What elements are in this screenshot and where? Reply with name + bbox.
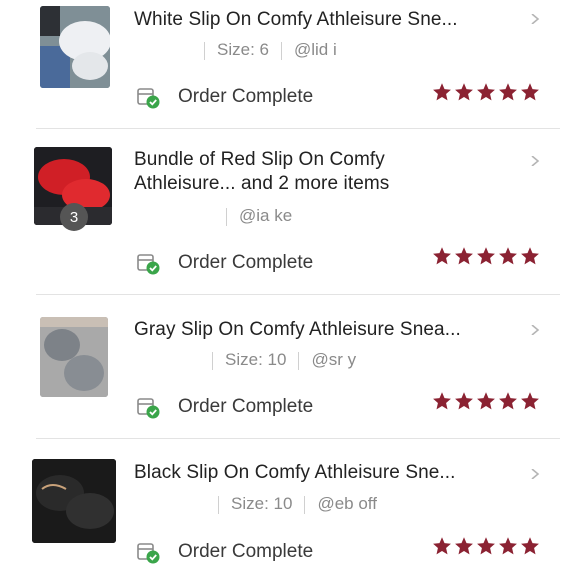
size-label: Size: 6 <box>217 40 269 59</box>
order-status: Order Complete <box>136 539 313 565</box>
order-meta: Size: 10 @eb off <box>134 494 377 514</box>
star-icon <box>521 537 539 555</box>
chevron-right-icon[interactable] <box>530 325 540 335</box>
order-status: Order Complete <box>136 394 313 420</box>
order-complete-icon <box>137 88 160 109</box>
star-icon <box>433 247 451 265</box>
status-label: Order Complete <box>178 396 314 417</box>
chevron-right-icon[interactable] <box>530 14 540 24</box>
order-status: Order Complete <box>136 84 313 110</box>
star-icon <box>455 83 473 101</box>
order-list: White Slip On Comfy Athleisure Sne... Si… <box>0 0 580 580</box>
star-icon <box>455 537 473 555</box>
order-title[interactable]: White Slip On Comfy Athleisure Sne... <box>134 8 506 32</box>
star-icon <box>433 392 451 410</box>
status-label: Order Complete <box>178 252 314 273</box>
star-icon <box>477 537 495 555</box>
chevron-right-icon[interactable] <box>530 156 540 166</box>
rating-stars <box>432 391 540 411</box>
product-thumbnail[interactable] <box>40 317 108 397</box>
star-icon <box>499 392 517 410</box>
list-item[interactable]: Gray Slip On Comfy Athleisure Snea... Si… <box>0 295 580 438</box>
status-label: Order Complete <box>178 86 314 107</box>
buyer-handle[interactable]: @sr y <box>311 350 356 369</box>
product-thumbnail[interactable] <box>40 6 110 88</box>
star-icon <box>499 83 517 101</box>
star-icon <box>455 247 473 265</box>
order-complete-icon <box>137 543 160 564</box>
buyer-handle[interactable]: @lid i <box>294 40 337 59</box>
order-status: Order Complete <box>136 250 313 276</box>
star-icon <box>499 247 517 265</box>
black-sneaker-photo <box>32 459 116 543</box>
star-icon <box>521 83 539 101</box>
star-icon <box>433 83 451 101</box>
order-complete-icon <box>137 254 160 275</box>
star-icon <box>477 83 495 101</box>
order-title[interactable]: Black Slip On Comfy Athleisure Sne... <box>134 461 506 485</box>
rating-stars <box>432 536 540 556</box>
star-icon <box>455 392 473 410</box>
size-label: Size: 10 <box>225 350 287 369</box>
order-meta: @ia ke <box>134 206 292 226</box>
order-complete-icon <box>137 398 160 419</box>
order-meta: Size: 6 @lid i <box>134 40 337 60</box>
chevron-right-icon[interactable] <box>530 469 540 479</box>
star-icon <box>477 392 495 410</box>
list-item[interactable]: Black Slip On Comfy Athleisure Sne... Si… <box>0 439 580 580</box>
buyer-handle[interactable]: @eb off <box>317 494 376 513</box>
rating-stars <box>432 82 540 102</box>
order-title[interactable]: Bundle of Red Slip On Comfy Athleisure..… <box>134 148 464 196</box>
white-sneaker-photo <box>40 6 110 88</box>
order-meta: Size: 10 @sr y <box>134 350 356 370</box>
size-label: Size: 10 <box>231 494 293 513</box>
list-item[interactable]: White Slip On Comfy Athleisure Sne... Si… <box>0 0 580 128</box>
star-icon <box>521 392 539 410</box>
order-title[interactable]: Gray Slip On Comfy Athleisure Snea... <box>134 318 506 342</box>
rating-stars <box>432 246 540 266</box>
status-label: Order Complete <box>178 541 314 562</box>
gray-sneaker-photo <box>40 317 108 397</box>
star-icon <box>433 537 451 555</box>
buyer-handle[interactable]: @ia ke <box>239 206 292 225</box>
item-count-badge: 3 <box>60 203 88 231</box>
star-icon <box>499 537 517 555</box>
star-icon <box>521 247 539 265</box>
star-icon <box>477 247 495 265</box>
list-item[interactable]: 3 Bundle of Red Slip On Comfy Athleisure… <box>0 129 580 294</box>
product-thumbnail[interactable] <box>32 459 116 543</box>
